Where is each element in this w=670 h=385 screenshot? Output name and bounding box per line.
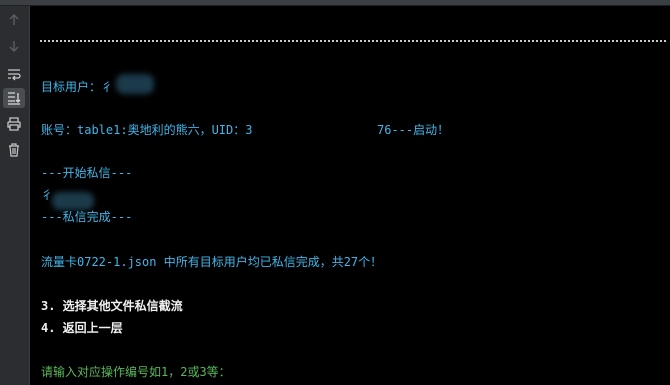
console-toolbar — [0, 6, 30, 385]
summary-line: 流量卡0722-1.json 中所有目标用户均已私信完成，共27个！ — [41, 255, 383, 269]
target-user-line: 目标用户：彳 — [41, 80, 114, 94]
trash-icon[interactable] — [3, 140, 25, 160]
separator-line — [40, 40, 666, 42]
print-icon[interactable] — [3, 114, 25, 134]
menu-option-4: 4. 返回上一层 — [41, 321, 123, 335]
redacted-username — [116, 74, 154, 94]
menu-option-3: 3. 选择其他文件私信截流 — [41, 299, 183, 313]
redacted-dm-username — [52, 192, 94, 210]
scroll-down-icon[interactable] — [3, 36, 25, 56]
account-line-start: 账号：table1:奥地利的熊六，UID：3 — [41, 123, 253, 137]
dm-done-line: ---私信完成--- — [41, 210, 133, 224]
soft-wrap-icon[interactable] — [3, 64, 25, 84]
dm-start-line: ---开始私信--- — [41, 166, 133, 180]
scroll-up-icon[interactable] — [3, 10, 25, 30]
console-output[interactable]: 目标用户：彳 账号：table1:奥地利的熊六，UID：3 76---启动！ -… — [30, 6, 670, 385]
scroll-to-end-icon[interactable] — [3, 88, 25, 108]
input-prompt[interactable]: 请输入对应操作编号如1，2或3等： — [41, 365, 231, 379]
account-line-end: 76---启动！ — [377, 123, 450, 137]
